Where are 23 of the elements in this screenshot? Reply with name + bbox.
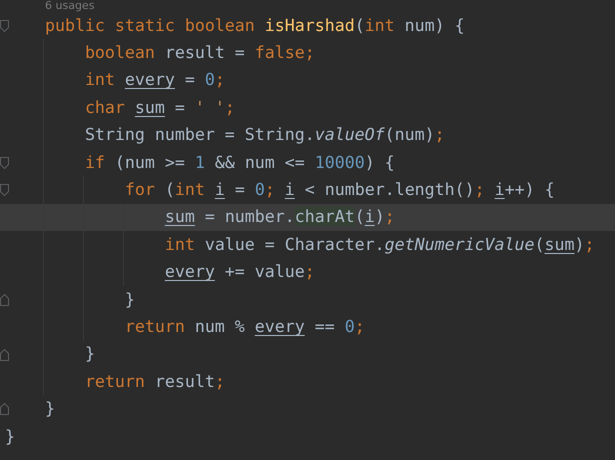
code-line: return num % every == 0;: [124, 316, 365, 338]
code-line: public static boolean isHarshad(int num) {: [44, 14, 465, 37]
code-line: boolean result = false;: [84, 42, 315, 64]
code-line: if (num >= 1 && num <= 10000) {: [84, 152, 395, 174]
code-line: int value = Character.getNumericValue(sum);: [164, 234, 594, 256]
code-line: String number = String.valueOf(num);: [84, 124, 445, 146]
code-line: char sum = ' ';: [84, 96, 235, 119]
fold-marker-icon[interactable]: [0, 156, 9, 169]
fold-marker-icon[interactable]: [0, 184, 9, 196]
code-line: int every = 0;: [84, 69, 225, 92]
usages-hint[interactable]: 6 usages: [45, 0, 94, 12]
code-line: return result;: [84, 370, 225, 393]
fold-marker-icon[interactable]: [0, 20, 9, 32]
code-line: for (int i = 0; i < number.length(); i++) {: [124, 179, 555, 202]
code-line: }: [124, 288, 135, 311]
code-line: }: [44, 398, 55, 420]
fold-marker-icon[interactable]: [0, 348, 9, 361]
code-line: every += value;: [164, 261, 315, 284]
code-line: sum = number.charAt(i);: [164, 206, 395, 228]
fold-marker-icon[interactable]: [0, 403, 9, 416]
fold-marker-icon[interactable]: [0, 294, 9, 306]
code-line: }: [84, 343, 95, 366]
code-line: }: [5, 426, 15, 448]
